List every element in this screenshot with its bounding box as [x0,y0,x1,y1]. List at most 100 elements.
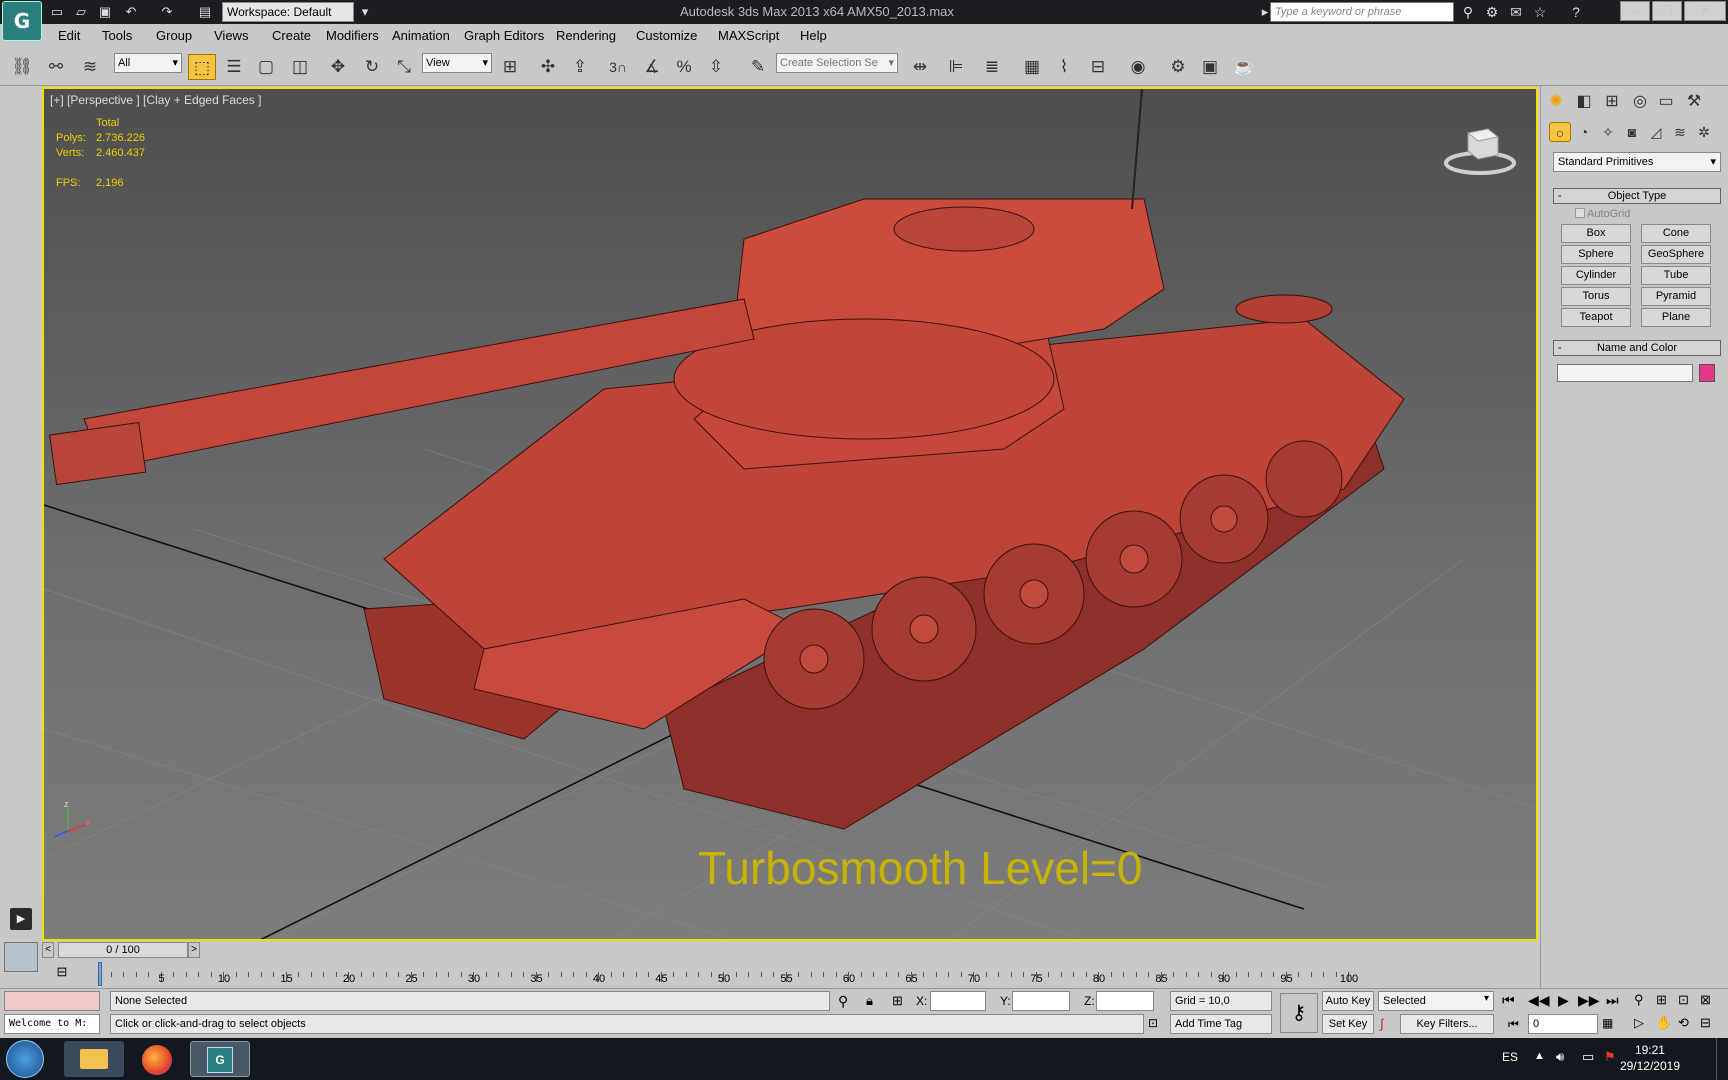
application-button[interactable]: G [2,1,42,41]
orbit-icon[interactable]: ⟲ [1678,1015,1689,1031]
play-icon[interactable]: ▶ [1558,992,1569,1009]
space-warps-icon[interactable]: ≋ [1669,122,1691,142]
menu-animation[interactable]: Animation [392,28,450,43]
zoom-extents-all-icon[interactable]: ⊠ [1700,992,1711,1008]
lights-icon[interactable]: ✧ [1597,122,1619,142]
lock-selection-icon[interactable]: 🔒︎ [866,993,873,1009]
key-filters-button[interactable]: Key Filters... [1400,1014,1494,1034]
go-to-end-icon[interactable]: ⏭ [1606,992,1619,1009]
undo-icon[interactable]: ↶ [122,3,140,21]
set-key-button[interactable]: Set Key [1322,1014,1374,1034]
teapot-button[interactable]: Teapot [1561,308,1631,327]
angle-snap-icon[interactable]: ∡ [638,54,666,80]
maxscript-mini-listener[interactable]: Welcome to M: [4,1014,100,1034]
current-frame-input[interactable]: 0 [1528,1014,1598,1034]
pan-view-icon[interactable]: ✋ [1656,1015,1672,1031]
x-coordinate-input[interactable] [930,991,986,1011]
name-and-color-rollout[interactable]: - Name and Color [1553,340,1721,356]
curve-editor-icon[interactable]: ⌇ [1050,54,1078,80]
scene-explorer-icon[interactable]: ▦ [1018,54,1046,80]
menu-rendering[interactable]: Rendering [556,28,616,43]
system-clock[interactable]: 19:21 29/12/2019 [1620,1042,1680,1074]
geometry-icon[interactable]: ○ [1549,122,1571,142]
menu-group[interactable]: Group [156,28,192,43]
layer-manager-icon[interactable]: ≣ [978,54,1006,80]
menu-views[interactable]: Views [214,28,248,43]
absolute-mode-icon[interactable]: ⊞ [892,993,903,1009]
time-slider-thumb[interactable]: 0 / 100 [58,942,188,958]
next-frame-arrow-icon[interactable]: > [188,942,200,958]
go-to-start-icon[interactable]: ⏮ [1502,992,1515,1009]
new-file-icon[interactable]: ▭ [48,3,66,21]
hierarchy-tab-icon[interactable]: ⊞ [1599,90,1625,114]
helpers-icon[interactable]: ◿ [1645,122,1667,142]
torus-button[interactable]: Torus [1561,287,1631,306]
named-selection-dropdown[interactable]: Create Selection Se [776,53,898,73]
zoom-icon[interactable]: ⚲ [1634,992,1644,1008]
play-expand-icon[interactable]: ▶ [10,908,32,930]
selection-filter-dropdown[interactable]: All [114,53,182,73]
prev-frame-arrow-icon[interactable]: < [42,942,54,958]
select-object-icon[interactable]: ⬚ [188,54,216,80]
set-keys-key-icon[interactable]: ⚷ [1280,993,1318,1033]
minimize-button[interactable]: – [1620,1,1650,21]
menu-create[interactable]: Create [272,28,311,43]
reference-coordinate-dropdown[interactable]: View [422,53,492,73]
autogrid-checkbox[interactable] [1575,208,1585,218]
language-indicator[interactable]: ES [1502,1050,1518,1064]
select-manipulate-icon[interactable]: ✣ [534,54,562,80]
perspective-viewport[interactable]: [+] [Perspective ] [Clay + Edged Faces ]… [42,87,1538,941]
render-setup-icon[interactable]: ⚙ [1164,54,1192,80]
key-mode-dropdown[interactable]: Selected [1378,991,1494,1011]
scale-icon[interactable]: ⤡ [390,54,418,80]
workspace-dropdown[interactable]: Workspace: Default [222,2,354,22]
maximize-button[interactable]: ❐ [1652,1,1682,21]
save-icon[interactable]: ▣ [96,3,114,21]
pyramid-button[interactable]: Pyramid [1641,287,1711,306]
isolate-icon[interactable]: ⚲ [838,993,848,1010]
systems-icon[interactable]: ✲ [1693,122,1715,142]
sphere-button[interactable]: Sphere [1561,245,1631,264]
maxscript-listener-pink[interactable] [4,991,100,1011]
volume-icon[interactable]: 🔊︎ [1556,1049,1564,1065]
object-color-swatch[interactable] [1699,364,1715,382]
bind-space-warp-icon[interactable]: ≋ [76,54,104,80]
default-in-out-tangents-icon[interactable]: ∫ [1380,1016,1384,1031]
link-icon[interactable]: ⛓ [8,54,36,80]
menu-help[interactable]: Help [800,28,827,43]
time-configuration-icon[interactable]: ▦ [1602,1016,1613,1030]
primitive-category-dropdown[interactable]: Standard Primitives [1553,152,1721,172]
project-folder-icon[interactable]: ▤ [196,3,214,21]
3dsmax-taskbar-icon[interactable]: G [190,1041,250,1077]
maximize-viewport-icon[interactable]: ⊟ [1700,1015,1711,1031]
show-hidden-icons-icon[interactable]: ▲ [1534,1050,1545,1062]
material-editor-icon[interactable]: ◉ [1124,54,1152,80]
action-center-flag-icon[interactable]: ⚑ [1604,1049,1616,1065]
zoom-all-icon[interactable]: ⊞ [1656,992,1667,1008]
render-production-icon[interactable]: ☕ [1230,54,1258,80]
menu-graph-editors[interactable]: Graph Editors [464,28,544,43]
viewcube-icon[interactable] [1444,125,1516,177]
cylinder-button[interactable]: Cylinder [1561,266,1631,285]
keyword-search-input[interactable]: Type a keyword or phrase [1270,2,1454,22]
geosphere-button[interactable]: GeoSphere [1641,245,1711,264]
help-icon[interactable]: ? [1566,3,1586,21]
spinner-snap-icon[interactable]: ⇳ [702,54,730,80]
network-icon[interactable]: ▭ [1582,1049,1594,1065]
firefox-taskbar-icon[interactable] [128,1041,188,1077]
modify-tab-icon[interactable]: ◧ [1571,90,1597,114]
redo-icon[interactable]: ↷ [158,3,176,21]
curve-editor-mini-icon[interactable]: ⊟ [52,964,72,982]
menu-customize[interactable]: Customize [636,28,697,43]
next-frame-icon[interactable]: ▶▶ [1578,992,1600,1009]
shapes-icon[interactable]: ◔ [1573,122,1595,142]
time-slider[interactable]: < 0 / 100 > [42,942,1538,958]
align-icon[interactable]: ⊫ [942,54,970,80]
motion-tab-icon[interactable]: ◎ [1627,90,1653,114]
unlink-icon[interactable]: ⚯ [42,54,70,80]
auto-key-button[interactable]: Auto Key [1322,991,1374,1011]
previous-frame-icon[interactable]: ◀◀ [1528,992,1550,1009]
rectangular-selection-icon[interactable]: ▢ [252,54,280,80]
close-button[interactable]: ✕ [1684,1,1726,21]
box-button[interactable]: Box [1561,224,1631,243]
